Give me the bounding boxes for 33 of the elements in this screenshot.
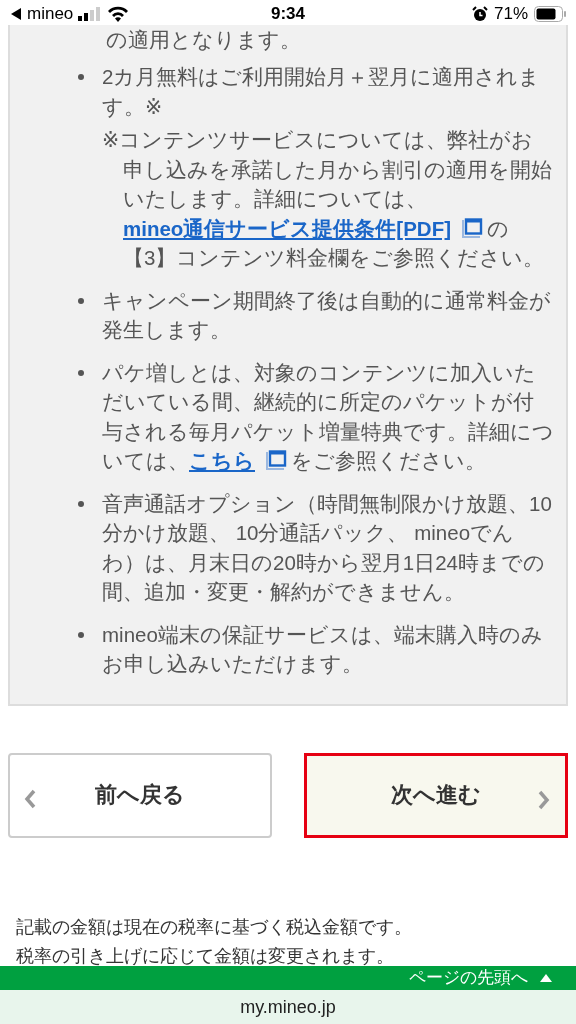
text-link[interactable]: こちら (189, 449, 255, 472)
battery-percent: 71% (493, 4, 528, 24)
address-bar[interactable]: my.mineo.jp (0, 990, 576, 1024)
bullet-icon (78, 369, 84, 376)
note-text: パケ増しとは、対象のコンテンツに加入いただいている間、継続的に所定のパケットが付与される毎月パケット増量特典です。詳細については、こちら をご参照ください。 (102, 359, 554, 474)
bullet-icon (78, 631, 84, 638)
chevron-icon (24, 788, 38, 809)
note-text: の適用となります。 (106, 27, 302, 53)
note-text: ※コンテンツサービスについては、弊社がお申し込みを承諾した月から割引の適用を開始いたします。詳細については、 mineo通信サービス提供条件[PDF] の【3】コンテンツ料金欄をご参照ください。 (102, 127, 553, 271)
back-app-label[interactable]: mineo (27, 4, 74, 24)
note-text: 2カ月無料はご利用開始月＋翌月に適用されます。※ (102, 64, 542, 120)
note-text: キャンペーン期間終了後は自動的に通常料金が発生します。 (102, 287, 552, 343)
bullet-icon (78, 297, 84, 304)
wifi-icon (107, 6, 130, 22)
next-button[interactable]: 次へ進む (304, 752, 568, 838)
note-text: mineo端末の保証サービスは、端末購入時のみお申し込みいただけます。 (102, 621, 544, 677)
chevron-icon (537, 789, 551, 810)
new-window-icon (265, 450, 287, 470)
up-triangle-icon (540, 974, 552, 982)
note-text: 音声通話オプション（時間無制限かけ放題、10分かけ放題、 10分通話パック、 mineoでんわ）は、月末日の20時から翌月1日24時までの間、追加・変更・解約ができません。 (102, 490, 553, 605)
back-arrow-icon[interactable] (10, 8, 22, 20)
clock-time: 9:34 (270, 4, 306, 24)
bullet-icon (78, 74, 84, 80)
battery-icon (534, 6, 566, 22)
tax-note: 税率の引き上げに応じて金額は変更されます。 (16, 944, 395, 968)
tax-note: 記載の金額は現在の税率に基づく税込金額です。 (16, 915, 413, 939)
back-button[interactable]: 前へ戻る (8, 752, 272, 838)
text-link[interactable]: mineo通信サービス提供条件[PDF] (123, 216, 452, 240)
signal-icon (78, 7, 103, 21)
alarm-clock-icon (471, 6, 488, 22)
bullet-icon (78, 500, 84, 507)
url-text: my.mineo.jp (240, 996, 336, 1018)
new-window-icon (461, 217, 484, 238)
